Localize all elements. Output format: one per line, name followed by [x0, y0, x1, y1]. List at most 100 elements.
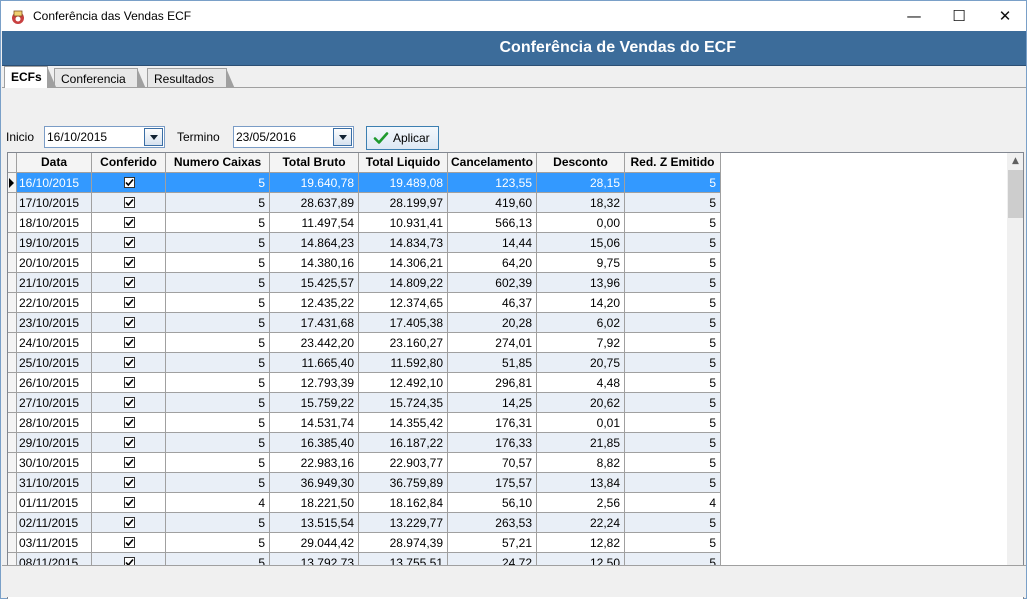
header-col-desconto[interactable]: Desconto [537, 153, 625, 173]
row-indicator[interactable] [8, 253, 17, 273]
conferido-checkbox[interactable] [124, 237, 135, 248]
cell-col-conferido[interactable] [92, 273, 166, 293]
cell-col-conferido[interactable] [92, 493, 166, 513]
cell-col-conferido[interactable] [92, 433, 166, 453]
tab-conferencia[interactable]: Conferencia [54, 68, 146, 89]
conferido-checkbox[interactable] [124, 317, 135, 328]
conferido-checkbox[interactable] [124, 497, 135, 508]
row-indicator[interactable] [8, 313, 17, 333]
conferido-checkbox[interactable] [124, 357, 135, 368]
termino-dropdown-button[interactable] [333, 128, 352, 146]
cell-col-total-bruto: 14.864,23 [270, 233, 359, 253]
conferido-checkbox[interactable] [124, 397, 135, 408]
cell-col-conferido[interactable] [92, 253, 166, 273]
header-col-conferido[interactable]: Conferido [92, 153, 166, 173]
row-indicator[interactable] [8, 193, 17, 213]
cell-col-total-bruto: 12.435,22 [270, 293, 359, 313]
cell-col-numero-caixas: 5 [166, 293, 270, 313]
cell-col-numero-caixas: 5 [166, 313, 270, 333]
cell-col-conferido[interactable] [92, 333, 166, 353]
conferido-checkbox[interactable] [124, 437, 135, 448]
cell-col-numero-caixas: 5 [166, 513, 270, 533]
cell-col-cancelamento: 70,57 [448, 453, 537, 473]
cell-col-total-liquido: 19.489,08 [359, 173, 448, 193]
conferido-checkbox[interactable] [124, 457, 135, 468]
conferido-checkbox[interactable] [124, 477, 135, 488]
row-indicator[interactable] [8, 413, 17, 433]
conferido-checkbox[interactable] [124, 517, 135, 528]
row-indicator[interactable] [8, 453, 17, 473]
cell-col-desconto: 0,01 [537, 413, 625, 433]
cell-col-conferido[interactable] [92, 293, 166, 313]
cell-col-conferido[interactable] [92, 173, 166, 193]
tab-resultados[interactable]: Resultados [147, 68, 235, 89]
conferido-checkbox[interactable] [124, 537, 135, 548]
cell-col-conferido[interactable] [92, 393, 166, 413]
header-col-total-bruto[interactable]: Total Bruto [270, 153, 359, 173]
cell-col-conferido[interactable] [92, 193, 166, 213]
cell-col-conferido[interactable] [92, 313, 166, 333]
cell-col-conferido[interactable] [92, 453, 166, 473]
row-indicator[interactable] [8, 533, 17, 553]
cell-col-data: 31/10/2015 [17, 473, 92, 493]
row-indicator[interactable] [8, 373, 17, 393]
header-col-red-z-emitido[interactable]: Red. Z Emitido [625, 153, 721, 173]
cell-col-conferido[interactable] [92, 533, 166, 553]
row-indicator[interactable] [8, 293, 17, 313]
cell-col-desconto: 28,15 [537, 173, 625, 193]
row-indicator[interactable] [8, 353, 17, 373]
row-indicator[interactable] [8, 393, 17, 413]
inicio-dropdown-button[interactable] [144, 128, 163, 146]
cell-col-total-liquido: 23.160,27 [359, 333, 448, 353]
conferido-checkbox[interactable] [124, 217, 135, 228]
banner-title: Conferência de Vendas do ECF [499, 39, 737, 56]
cell-col-conferido[interactable] [92, 373, 166, 393]
inicio-date-field[interactable]: 16/10/2015 [44, 126, 165, 148]
minimize-button[interactable]: — [891, 1, 937, 32]
cell-col-conferido[interactable] [92, 213, 166, 233]
conferido-checkbox[interactable] [124, 177, 135, 188]
conferido-checkbox[interactable] [124, 257, 135, 268]
conferido-checkbox[interactable] [124, 417, 135, 428]
row-indicator[interactable] [8, 233, 17, 253]
conferido-checkbox[interactable] [124, 277, 135, 288]
apply-button-label: Aplicar [393, 131, 430, 145]
cell-col-total-bruto: 29.044,42 [270, 533, 359, 553]
row-indicator[interactable] [8, 173, 17, 193]
cell-col-conferido[interactable] [92, 513, 166, 533]
row-indicator[interactable] [8, 433, 17, 453]
cell-col-conferido[interactable] [92, 233, 166, 253]
row-indicator[interactable] [8, 513, 17, 533]
tab-ecfs[interactable]: ECFs [4, 66, 56, 88]
row-indicator[interactable] [8, 473, 17, 493]
row-indicator[interactable] [8, 273, 17, 293]
header-col-data[interactable]: Data [17, 153, 92, 173]
scroll-thumb[interactable] [1008, 170, 1023, 218]
cell-col-conferido[interactable] [92, 353, 166, 373]
conferido-checkbox[interactable] [124, 197, 135, 208]
scroll-up-icon[interactable]: ▲ [1007, 153, 1023, 170]
conferido-checkbox[interactable] [124, 337, 135, 348]
row-indicator[interactable] [8, 213, 17, 233]
cell-col-desconto: 0,00 [537, 213, 625, 233]
cell-col-desconto: 18,32 [537, 193, 625, 213]
ecf-data-grid[interactable]: Data Conferido Numero Caixas Total Bruto Tot… [7, 152, 1024, 599]
cell-col-conferido[interactable] [92, 413, 166, 433]
row-indicator[interactable] [8, 333, 17, 353]
row-indicator[interactable] [8, 493, 17, 513]
header-col-cancelamento[interactable]: Cancelamento [448, 153, 537, 173]
header-col-total-liquido[interactable]: Total Liquido [359, 153, 448, 173]
cell-col-total-bruto: 28.637,89 [270, 193, 359, 213]
conferido-checkbox[interactable] [124, 297, 135, 308]
cell-col-data: 16/10/2015 [17, 173, 92, 193]
cell-col-conferido[interactable] [92, 473, 166, 493]
cell-col-desconto: 13,96 [537, 273, 625, 293]
apply-button[interactable]: Aplicar [366, 126, 439, 150]
maximize-button[interactable]: ☐ [936, 1, 982, 32]
termino-date-field[interactable]: 23/05/2016 [233, 126, 354, 148]
conferido-checkbox[interactable] [124, 377, 135, 388]
header-col-numero-caixas[interactable]: Numero Caixas [166, 153, 270, 173]
vertical-scrollbar[interactable]: ▲ ▼ [1007, 153, 1023, 593]
cell-col-cancelamento: 176,31 [448, 413, 537, 433]
close-button[interactable]: ✕ [982, 1, 1027, 32]
